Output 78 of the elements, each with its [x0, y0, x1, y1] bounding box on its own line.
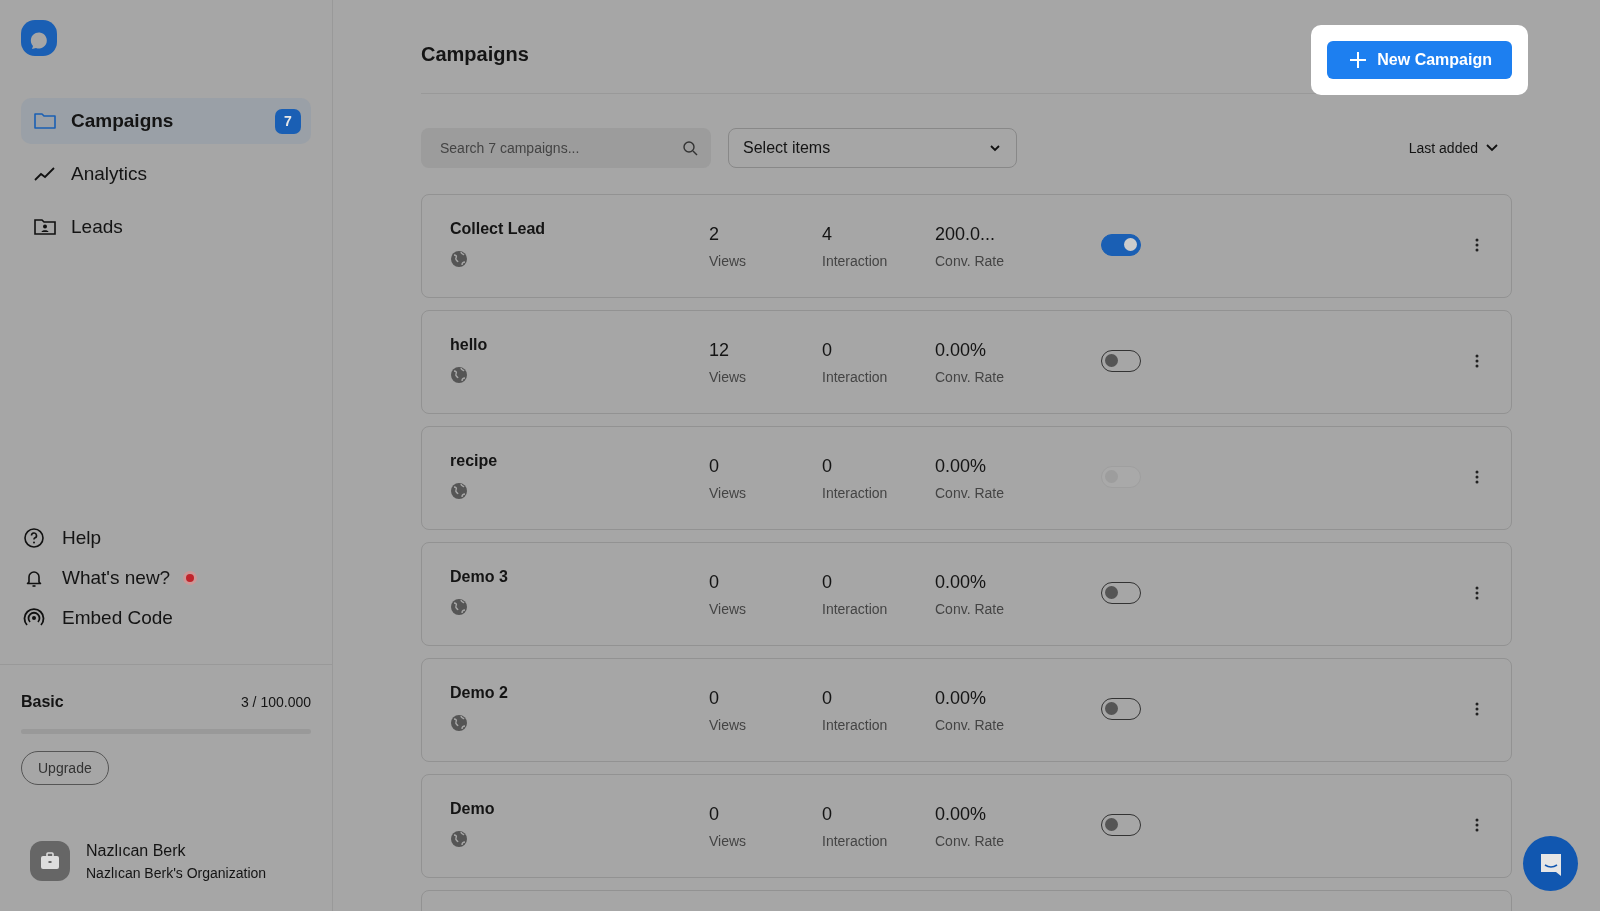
new-campaign-button[interactable]: New Campaign [1327, 40, 1512, 79]
search-field[interactable]: Search 7 campaigns... [421, 128, 711, 168]
interaction-count: 0 [822, 455, 833, 477]
views-label: Views [709, 600, 748, 617]
views-count: 0 [709, 571, 720, 593]
count-badge: 7 [275, 108, 301, 134]
views-label: Views [709, 832, 748, 849]
chevron-down-icon [988, 143, 1002, 153]
interaction-label: Interaction [822, 832, 889, 849]
chat-button[interactable] [1523, 836, 1578, 891]
interaction-count: 0 [822, 803, 833, 825]
conversion-label: Conv. Rate [935, 716, 1005, 733]
conversion-rate: 0.00% [935, 571, 988, 593]
sidebar-link[interactable]: What's new? [62, 567, 171, 589]
usage-count: 3 / 100.000 [240, 694, 311, 710]
campaign-card[interactable]: Demo 0 Views 0 Interaction 0.00% Conv. Rate [421, 774, 1512, 878]
campaign-name: hello [450, 336, 489, 354]
interaction-label: Interaction [822, 484, 889, 501]
globe-icon [450, 598, 468, 616]
interaction-count: 0 [822, 687, 833, 709]
conversion-label: Conv. Rate [935, 252, 1005, 269]
interaction-count: 0 [822, 571, 833, 593]
toggle-switch[interactable] [1101, 233, 1141, 256]
campaign-name: Demo 2 [450, 684, 509, 702]
conversion-rate: 0.00% [935, 803, 988, 825]
plus-icon [1349, 50, 1368, 69]
views-count: 12 [709, 339, 731, 361]
interaction-count: 4 [822, 223, 833, 245]
views-label: Views [709, 484, 748, 501]
sidebar-link[interactable]: Embed Code [62, 607, 173, 629]
nav-item[interactable]: Leads [21, 204, 311, 250]
page-title: Campaigns [421, 43, 529, 66]
conversion-label: Conv. Rate [935, 484, 1005, 501]
campaign-name: Demo 3 [450, 568, 509, 586]
nav-item[interactable]: Campaigns 7 [21, 98, 311, 144]
globe-icon [450, 714, 468, 732]
conversion-label: Conv. Rate [935, 832, 1005, 849]
interaction-label: Interaction [822, 252, 889, 269]
plan-name: Basic [21, 693, 64, 711]
briefcase-icon [40, 852, 60, 870]
views-label: Views [709, 368, 748, 385]
search-icon [682, 140, 698, 156]
interaction-label: Interaction [822, 600, 889, 617]
globe-icon [450, 366, 468, 384]
campaign-name: Collect Lead [450, 220, 547, 238]
interaction-label: Interaction [822, 716, 889, 733]
conversion-rate: 200.0... [935, 223, 997, 245]
conversion-rate: 0.00% [935, 687, 988, 709]
views-label: Views [709, 252, 748, 269]
conversion-rate: 0.00% [935, 455, 988, 477]
select-dropdown[interactable]: Select items [728, 128, 1017, 168]
views-count: 0 [709, 455, 720, 477]
help-icon [22, 526, 46, 550]
conversion-label: Conv. Rate [935, 600, 1005, 617]
conversion-rate: 0.00% [935, 339, 988, 361]
views-count: 0 [709, 803, 720, 825]
campaign-name: recipe [450, 452, 499, 470]
campaign-card[interactable]: Demo 2 0 Views 0 Interaction 0.00% Conv. Rate [421, 658, 1512, 762]
sidebar-link[interactable]: Help [62, 527, 102, 549]
campaign-card[interactable]: hello 12 Views 0 Interaction 0.00% Conv. Rate [421, 310, 1512, 414]
globe-icon [450, 830, 468, 848]
interaction-count: 0 [822, 339, 833, 361]
organization-name: Nazlıcan Berk's Organization [86, 864, 267, 881]
views-count: 0 [709, 687, 720, 709]
campaign-name: Demo [450, 800, 496, 818]
views-label: Views [709, 716, 748, 733]
globe-icon [450, 250, 468, 268]
sort-dropdown[interactable]: Last added [1402, 139, 1506, 157]
nav-item[interactable]: Analytics [21, 151, 311, 197]
logo-icon [21, 20, 57, 56]
conversion-label: Conv. Rate [935, 368, 1005, 385]
interaction-label: Interaction [822, 368, 889, 385]
campaign-card[interactable]: Collect Lead 2 Views 4 Interaction 200.0... Conv. Rate [421, 194, 1512, 298]
chevron-down-icon [1484, 142, 1500, 154]
views-count: 2 [709, 223, 720, 245]
campaign-card[interactable]: Demo 3 0 Views 0 Interaction 0.00% Conv. Rate [421, 542, 1512, 646]
user-name: Nazlıcan Berk [86, 841, 187, 860]
globe-icon [450, 482, 468, 500]
